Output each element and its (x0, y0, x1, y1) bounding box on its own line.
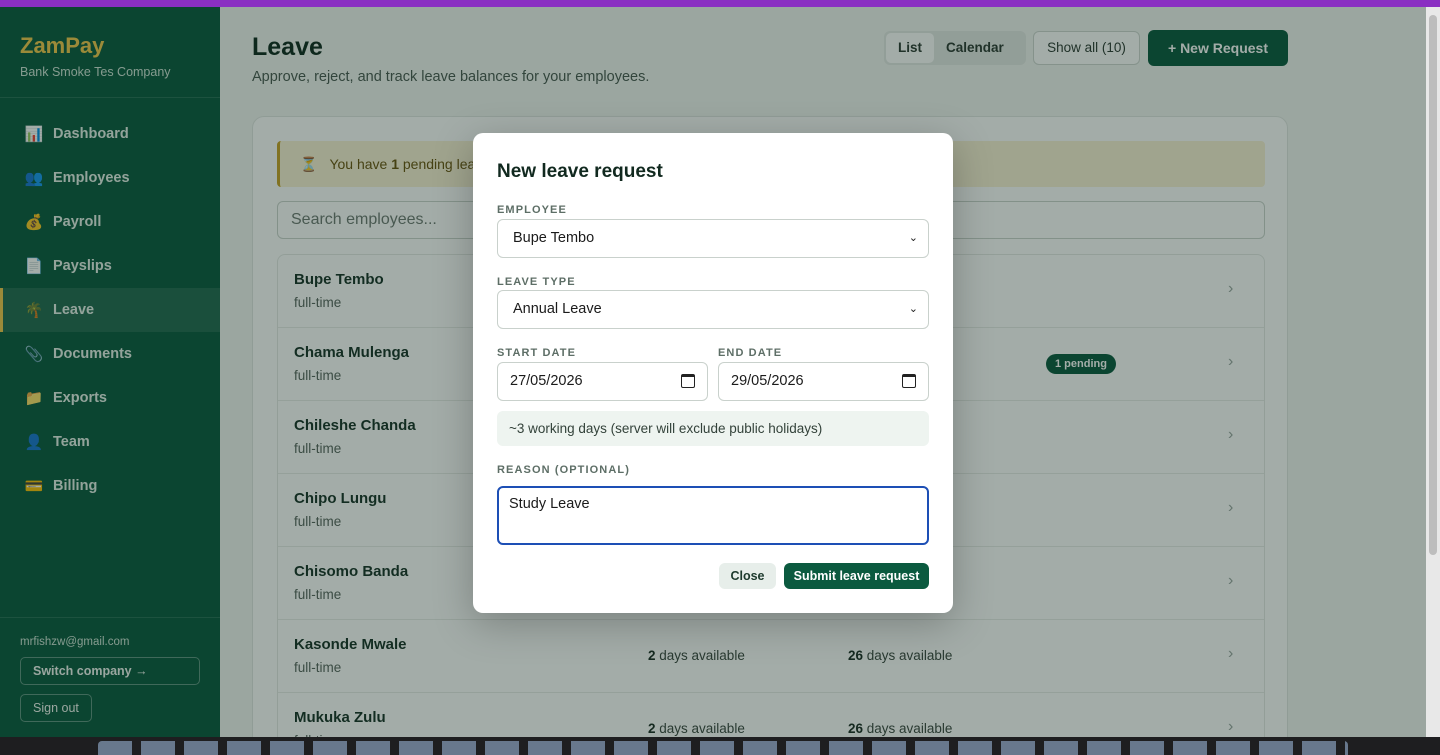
leave-type-label: LEAVE TYPE (497, 276, 576, 288)
close-button[interactable]: Close (719, 563, 776, 589)
leave-type-select-value: Annual Leave (513, 301, 602, 317)
reason-label: REASON (OPTIONAL) (497, 464, 630, 476)
dock-icons[interactable] (98, 741, 1348, 755)
scrollbar-thumb[interactable] (1429, 15, 1437, 555)
start-date-input[interactable]: 27/05/2026 (497, 362, 708, 401)
chevron-down-icon: ⌄ (908, 232, 918, 244)
new-leave-request-modal: New leave request EMPLOYEE Bupe Tembo ⌄ … (473, 133, 953, 613)
browser-top-strip (0, 0, 1440, 7)
calendar-icon[interactable] (681, 374, 695, 388)
chevron-down-icon: ⌄ (908, 303, 918, 315)
calendar-icon[interactable] (902, 374, 916, 388)
employee-label: EMPLOYEE (497, 204, 567, 216)
end-date-label: END DATE (718, 347, 783, 359)
start-date-label: START DATE (497, 347, 577, 359)
submit-leave-request-button[interactable]: Submit leave request (784, 563, 929, 589)
employee-select[interactable]: Bupe Tembo ⌄ (497, 219, 929, 258)
end-date-input[interactable]: 29/05/2026 (718, 362, 929, 401)
start-date-value: 27/05/2026 (510, 373, 583, 389)
modal-title: New leave request (497, 161, 663, 182)
employee-select-value: Bupe Tembo (513, 230, 595, 246)
scrollbar[interactable] (1426, 7, 1440, 737)
app-window: ZamPay Bank Smoke Tes Company 📊 Dashboard… (0, 7, 1426, 737)
reason-textarea[interactable]: Study Leave (497, 486, 929, 545)
working-days-hint: ~3 working days (server will exclude pub… (497, 411, 929, 446)
end-date-value: 29/05/2026 (731, 373, 804, 389)
os-dock (0, 737, 1440, 755)
leave-type-select[interactable]: Annual Leave ⌄ (497, 290, 929, 329)
